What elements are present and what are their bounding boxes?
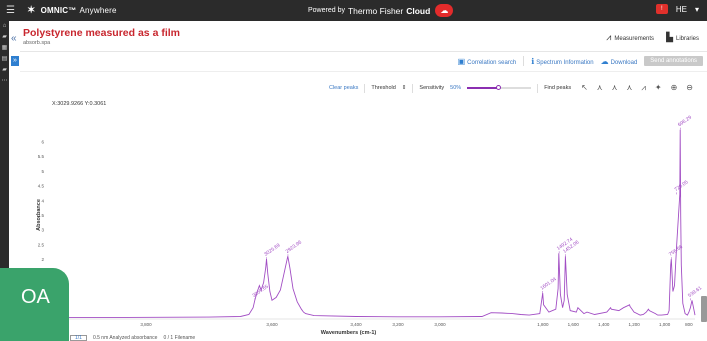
x-tick-label: 3,200 [392,322,404,327]
x-tick-label: 800 [685,322,693,327]
peak-label: 3059.65 [251,284,269,299]
y-tick-label: 2.5 [38,242,45,247]
bottom-bar: 1/1 0.5 nm Analyzed absorbance 0 / 1 Fil… [70,335,195,341]
x-tick-label: 3,800 [140,322,152,327]
peak-label: 3025.69 [263,242,281,257]
bottom-text-b: 0 / 1 Filename [163,335,196,341]
y-tick-label: 2 [41,257,44,262]
y-axis-label: Absorbance [36,199,42,231]
x-tick-label: 1,600 [568,322,580,327]
oa-badge: OA [0,268,69,341]
x-axis-label: Wavenumbers (cm-1) [321,330,377,336]
y-tick-label: 6 [41,139,44,144]
bottom-text-a: 0.5 nm Analyzed absorbance [92,335,158,341]
y-tick-label: 5 [41,169,44,174]
peak-label: 720.05 [673,179,689,193]
x-tick-label: 3,600 [266,322,278,327]
x-tick-label: 1,200 [629,322,641,327]
y-tick-label: 4.5 [38,184,45,189]
y-tick-label: 5.5 [38,154,45,159]
x-tick-label: 3,000 [434,322,446,327]
peak-label: 1601.04 [539,276,557,291]
x-tick-label: 3,400 [350,322,362,327]
peak-label: 2923.96 [285,239,303,254]
peak-label: 696.29 [677,114,693,128]
x-tick-label: 1,400 [598,322,610,327]
spectrum-chart[interactable]: 65.554.543.532.521.510.5Absorbance3,8003… [0,0,707,341]
spectrum-line [62,129,696,318]
x-tick-label: 1,000 [659,322,671,327]
scroll-handle[interactable] [701,296,707,322]
oa-label: OA [21,286,50,308]
pager[interactable]: 1/1 [70,335,87,341]
x-tick-label: 1,800 [537,322,549,327]
